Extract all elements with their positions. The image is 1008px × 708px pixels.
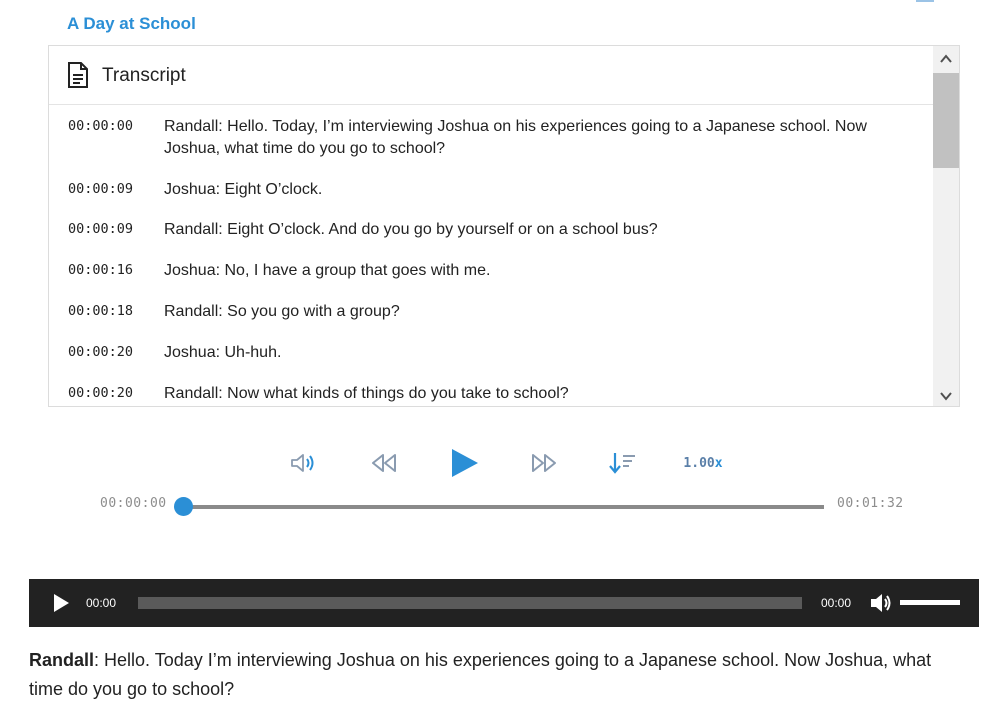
fast-forward-button[interactable]: [526, 440, 562, 486]
play-icon: [452, 449, 478, 477]
line-text: Randall: So you go with a group?: [164, 303, 400, 320]
audio-player: 00:00 00:00: [29, 579, 979, 627]
line-timestamp[interactable]: 00:00:18: [68, 303, 133, 319]
line-text: Joshua: Eight O’clock.: [164, 181, 323, 198]
total-time: 00:01:32: [837, 496, 904, 511]
scrollbar-thumb[interactable]: [933, 73, 959, 168]
transcript-header: Transcript: [49, 46, 933, 105]
speed-suffix: x: [714, 455, 723, 471]
line-text: Randall: Hello. Today, I’m interviewing …: [164, 118, 867, 157]
line-timestamp[interactable]: 00:00:20: [68, 344, 133, 360]
scroll-up-icon[interactable]: [939, 53, 953, 65]
player-volume-slider[interactable]: [900, 600, 960, 605]
line-timestamp[interactable]: 00:00:00: [68, 118, 133, 134]
sort-icon: [609, 453, 635, 474]
playback-controls: 1.00 x: [0, 440, 1008, 490]
line-text: Randall: Now what kinds of things do you…: [164, 385, 569, 402]
line-text: Randall: Eight O’clock. And do you go by…: [164, 221, 658, 238]
current-time: 00:00:00: [100, 496, 167, 511]
progress-track[interactable]: [184, 505, 824, 509]
volume-icon: [291, 454, 314, 472]
paragraph-text: : Hello. Today I’m interviewing Joshua o…: [29, 650, 932, 699]
play-button[interactable]: [444, 440, 484, 486]
progress-handle[interactable]: [174, 497, 193, 516]
player-duration: 00:00: [821, 596, 852, 610]
document-icon: [68, 62, 88, 88]
top-decoration: [916, 0, 934, 2]
line-timestamp[interactable]: 00:00:20: [68, 385, 133, 401]
line-text: Joshua: No, I have a group that goes wit…: [164, 262, 491, 279]
speaker-name: Randall: [29, 650, 95, 670]
speed-button[interactable]: 1.00 x: [678, 440, 728, 486]
page-title[interactable]: A Day at School: [67, 14, 196, 34]
progress-bar: 00:00:00 00:01:32: [0, 492, 1008, 522]
player-progress-rail[interactable]: [138, 597, 802, 609]
speed-value: 1.00: [683, 455, 715, 471]
transcript-paragraph: Randall: Hello. Today I’m interviewing J…: [29, 646, 959, 704]
rewind-icon: [372, 454, 396, 472]
line-timestamp[interactable]: 00:00:09: [68, 181, 133, 197]
line-text: Joshua: Uh-huh.: [164, 344, 282, 361]
player-play-icon[interactable]: [51, 593, 71, 613]
transcript-panel: Transcript 00:00:00 Randall: Hello. Toda…: [48, 45, 960, 407]
rewind-button[interactable]: [366, 440, 402, 486]
autoscroll-button[interactable]: [604, 440, 640, 486]
line-timestamp[interactable]: 00:00:16: [68, 262, 133, 278]
transcript-label: Transcript: [102, 65, 186, 86]
transcript-scrollbar[interactable]: [933, 46, 959, 406]
fast-forward-icon: [532, 454, 556, 472]
volume-button[interactable]: [286, 440, 322, 486]
player-volume-icon[interactable]: [869, 592, 893, 614]
player-current-time: 00:00: [86, 596, 117, 610]
line-timestamp[interactable]: 00:00:09: [68, 221, 133, 237]
scroll-down-icon[interactable]: [939, 390, 953, 402]
